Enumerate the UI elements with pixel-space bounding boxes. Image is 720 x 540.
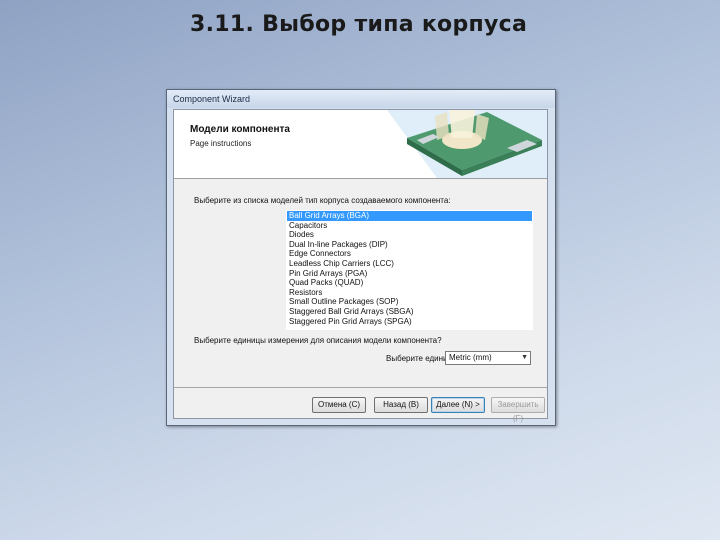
back-button[interactable]: Назад (B) xyxy=(374,397,428,413)
wizard-client-area: Модели компонента Page instructions Выбе… xyxy=(173,109,548,423)
finish-button[interactable]: Завершить (F) xyxy=(491,397,545,423)
list-item[interactable]: Small Outline Packages (SOP) xyxy=(287,297,532,307)
list-item[interactable]: Staggered Ball Grid Arrays (SBGA) xyxy=(287,307,532,317)
package-prompt: Выберите из списка моделей тип корпуса с… xyxy=(194,196,451,205)
units-label: Выберите едини xyxy=(386,354,448,363)
list-item[interactable]: Pin Grid Arrays (PGA) xyxy=(287,269,532,279)
list-item[interactable]: Dual In-line Packages (DIP) xyxy=(287,240,532,250)
wizard-header: Модели компонента Page instructions xyxy=(174,110,547,179)
list-item[interactable]: Resistors xyxy=(287,288,532,298)
package-type-listbox[interactable]: Ball Grid Arrays (BGA) Capacitors Diodes Du… xyxy=(286,210,533,330)
list-item[interactable]: Staggered Pin Grid Arrays (SPGA) xyxy=(287,317,532,327)
window-titlebar[interactable]: Component Wizard xyxy=(167,90,555,108)
list-item[interactable]: Diodes xyxy=(287,230,532,240)
page-heading: Модели компонента xyxy=(190,124,290,135)
footer-divider xyxy=(174,387,547,388)
next-button[interactable]: Далее (N) > xyxy=(431,397,485,413)
units-dropdown[interactable]: Metric (mm) ▼ xyxy=(445,351,531,365)
chevron-down-icon[interactable]: ▼ xyxy=(521,352,528,364)
list-item[interactable]: Quad Packs (QUAD) xyxy=(287,278,532,288)
slide-title: 3.11. Выбор типа корпуса xyxy=(190,12,528,37)
list-item[interactable]: Leadless Chip Carriers (LCC) xyxy=(287,259,532,269)
component-wizard-window: Component Wizard Модели компонента Page … xyxy=(166,89,556,426)
pcb-header-image xyxy=(377,110,547,178)
page-instructions: Page instructions xyxy=(190,139,252,148)
list-item[interactable]: Edge Connectors xyxy=(287,249,532,259)
units-prompt: Выберите единицы измерения для описания … xyxy=(194,336,442,345)
list-item[interactable]: Ball Grid Arrays (BGA) xyxy=(287,211,532,221)
list-item[interactable]: Capacitors xyxy=(287,221,532,231)
units-selected-value: Metric (mm) xyxy=(449,353,492,362)
cancel-button[interactable]: Отмена (C) xyxy=(312,397,366,413)
